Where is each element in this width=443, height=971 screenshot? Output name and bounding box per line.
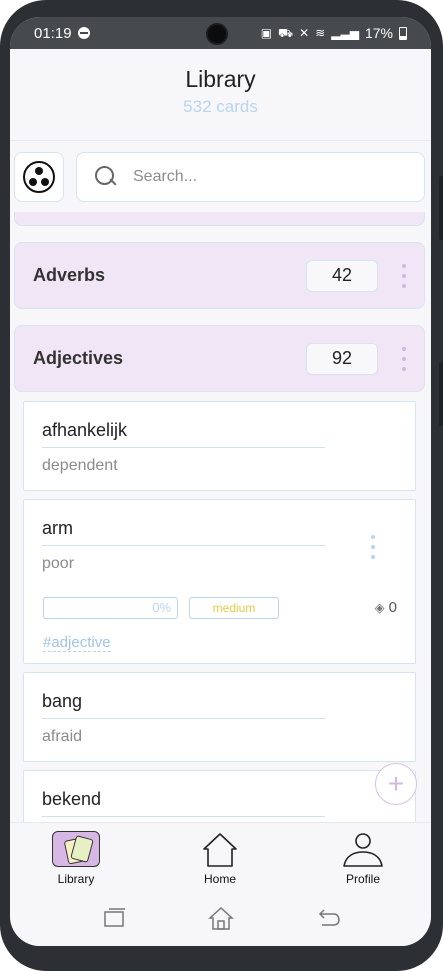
- group-count: 42: [306, 259, 378, 292]
- signal-icon: ▂▃▅: [331, 26, 359, 40]
- more-options-icon[interactable]: [394, 344, 414, 374]
- page-header: Library 532 cards: [10, 49, 431, 141]
- group-row[interactable]: Adjectives 92: [14, 325, 425, 392]
- tag-link[interactable]: #adjective: [43, 634, 111, 652]
- search-bar[interactable]: [76, 152, 425, 202]
- card-word: bang: [42, 691, 83, 711]
- more-options-icon[interactable]: [363, 532, 383, 562]
- library-cards-icon: [52, 831, 100, 867]
- battery-icon: [399, 26, 407, 40]
- more-options-icon[interactable]: [394, 261, 414, 291]
- group-row[interactable]: Adverbs 42: [14, 242, 425, 309]
- card-word: arm: [42, 518, 73, 538]
- nav-profile[interactable]: Profile: [318, 823, 408, 891]
- divider: [42, 447, 325, 448]
- nav-home[interactable]: Home: [175, 823, 265, 891]
- nav-library[interactable]: Library: [31, 823, 121, 891]
- group-row-partial[interactable]: [14, 212, 425, 226]
- group-name: Adjectives: [33, 348, 124, 368]
- screen: 01:19 ▣ ⛟ ✕ ≋ ▂▃▅ 17% Library 532 cards: [10, 17, 431, 946]
- filter-icon: [23, 161, 55, 193]
- wifi-icon: ≋: [315, 26, 326, 40]
- flashcard[interactable]: bekend: [23, 770, 416, 822]
- card-word: bekend: [42, 789, 102, 809]
- sleep-icon: ⛟: [278, 26, 294, 40]
- filter-button[interactable]: [14, 152, 64, 202]
- mute-icon: ✕: [299, 26, 310, 40]
- group-count: 92: [306, 342, 378, 375]
- card-list[interactable]: Adverbs 42 Adjectives 92 afhankelijk dep…: [10, 212, 431, 822]
- nav-label: Library: [57, 872, 95, 886]
- profile-icon: [343, 833, 383, 867]
- home-system-icon[interactable]: [207, 904, 235, 932]
- battery-percent: 17%: [364, 25, 393, 41]
- add-card-button[interactable]: +: [375, 763, 417, 805]
- search-icon: [95, 166, 117, 188]
- group-name: Adverbs: [33, 265, 106, 285]
- card-word: afhankelijk: [42, 420, 128, 440]
- bottom-nav: Library Home Profile: [10, 822, 431, 890]
- card-translation: poor: [42, 555, 75, 572]
- divider: [42, 816, 325, 817]
- notification-icon: ▣: [260, 26, 273, 40]
- difficulty-badge[interactable]: medium: [189, 597, 279, 619]
- progress-label: 0%: [152, 600, 171, 615]
- flashcard[interactable]: bang afraid: [23, 672, 416, 762]
- flashcard-expanded[interactable]: arm poor 0% medium ◈ 0 #adjective: [23, 499, 416, 664]
- card-count: 532 cards: [183, 97, 258, 116]
- card-translation: dependent: [42, 457, 118, 474]
- phone-frame: 01:19 ▣ ⛟ ✕ ≋ ▂▃▅ 17% Library 532 cards: [0, 0, 443, 971]
- front-camera: [206, 23, 228, 45]
- power-button: [439, 362, 443, 426]
- plus-icon: +: [387, 768, 405, 799]
- flashcard[interactable]: afhankelijk dependent: [23, 401, 416, 491]
- divider: [42, 545, 325, 546]
- home-icon: [203, 833, 237, 867]
- search-input[interactable]: [133, 168, 393, 186]
- do-not-disturb-icon: [77, 27, 90, 39]
- page-title: Library: [185, 66, 256, 92]
- nav-label: Home: [203, 872, 236, 886]
- view-count-value: 0: [388, 599, 397, 616]
- recents-icon[interactable]: [100, 904, 128, 932]
- nav-label: Profile: [345, 872, 380, 886]
- divider: [42, 718, 325, 719]
- back-icon[interactable]: [314, 904, 342, 932]
- progress-bar: 0%: [43, 597, 178, 619]
- status-time: 01:19: [34, 24, 72, 42]
- view-count: ◈ 0: [375, 599, 397, 616]
- system-nav-bar: [10, 890, 431, 946]
- eye-icon: ◈: [374, 599, 385, 615]
- card-translation: afraid: [42, 728, 83, 745]
- volume-button: [439, 176, 443, 240]
